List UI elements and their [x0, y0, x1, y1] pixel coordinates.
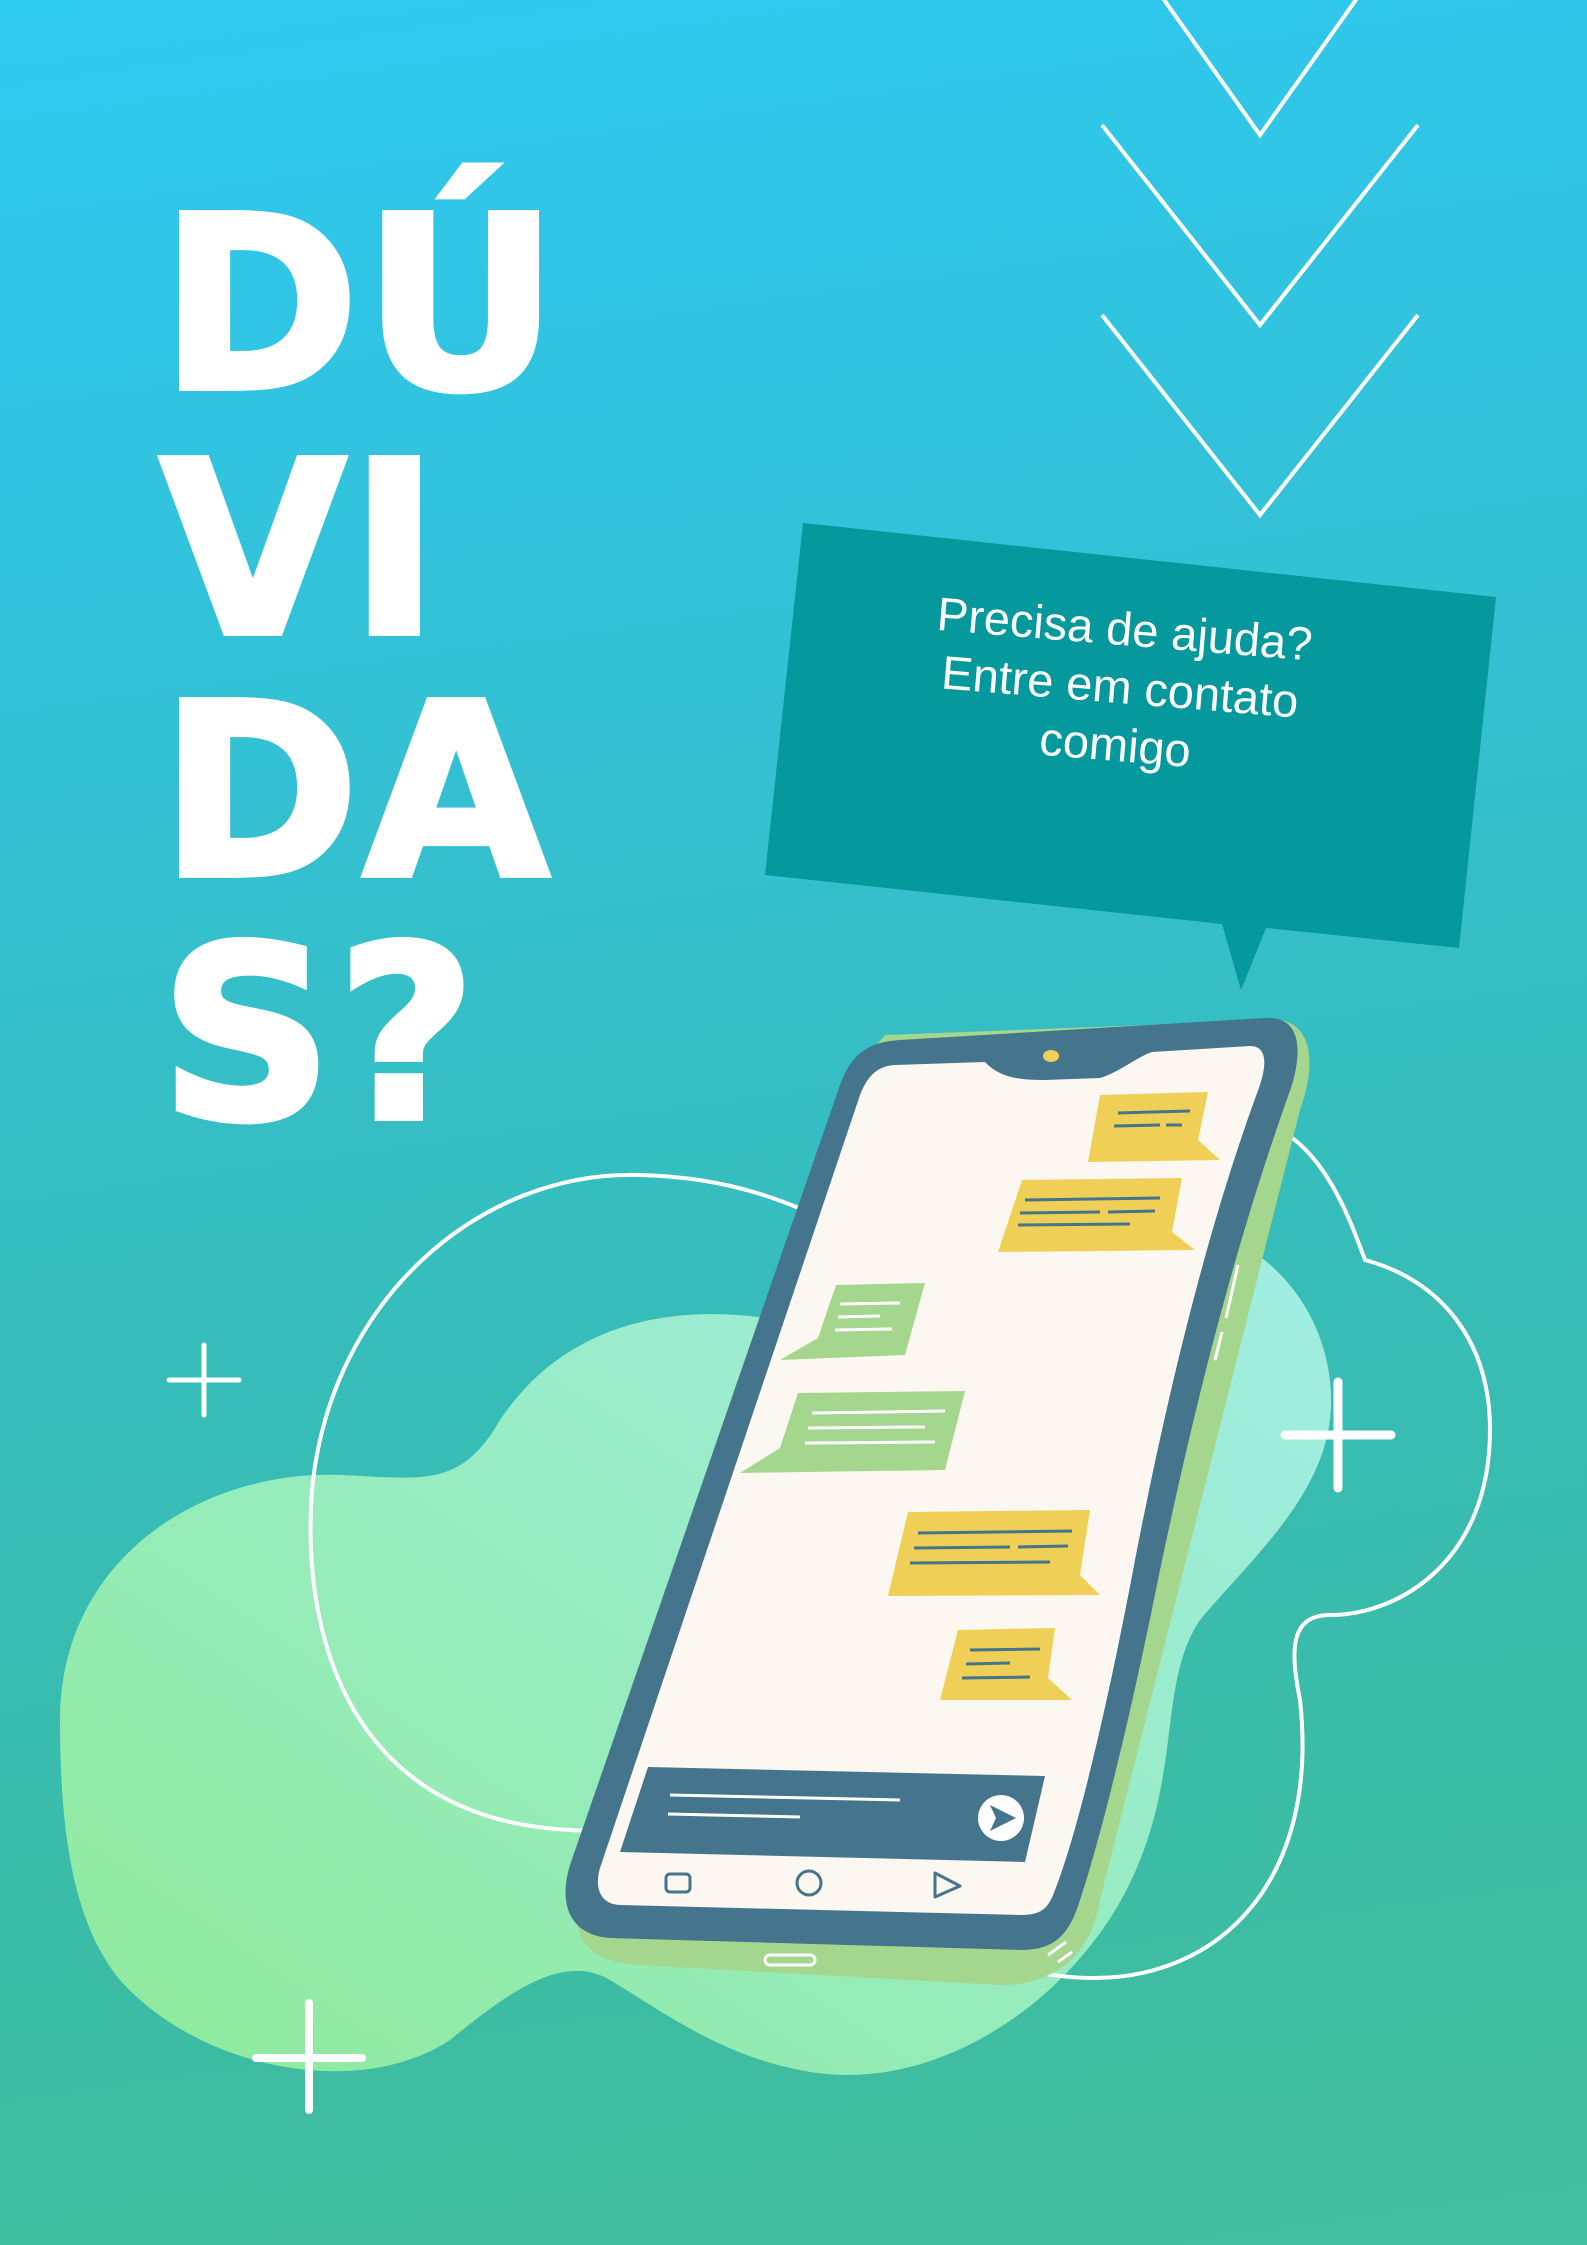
- chevron-down-icon: [1100, 123, 1420, 329]
- chevron-down-icon: [1100, 313, 1420, 519]
- heading-line-1: DÚ: [157, 165, 563, 445]
- heading-line-3: DA: [157, 652, 553, 932]
- poster: DÚ VI DA S? Precisa de ajuda? Entre em c…: [0, 0, 1587, 2245]
- heading-line-2: VI: [157, 410, 444, 690]
- camera-icon: [1043, 1050, 1059, 1062]
- heading-line-4: S?: [157, 895, 481, 1175]
- plus-icon: [166, 1342, 242, 1418]
- chevron-down-icon: [1161, 0, 1359, 139]
- send-icon[interactable]: [978, 1795, 1024, 1841]
- message-outgoing: [998, 1178, 1195, 1252]
- message-outgoing: [888, 1510, 1100, 1596]
- message-outgoing: [1088, 1092, 1220, 1162]
